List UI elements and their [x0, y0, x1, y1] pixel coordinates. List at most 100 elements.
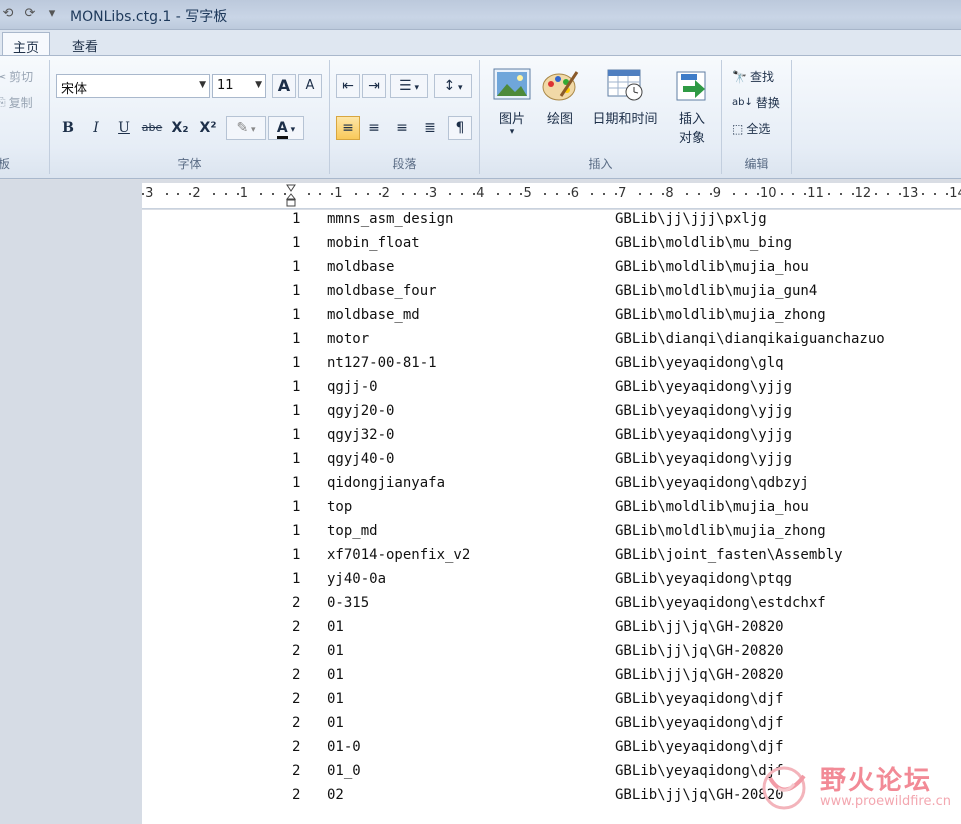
ruler-tick-mark [165, 193, 168, 195]
line-path: GBLib\yeyaqidong\yjjg [615, 427, 793, 443]
document-line: 1 mobin_float GBLib\moldlib\mu_bing [142, 235, 961, 259]
font-size-value: 11 [217, 78, 234, 93]
highlight-color-button[interactable]: ✎ ▾ [226, 116, 266, 140]
line-name: qgjj-0 [327, 379, 378, 395]
paint-drawing-button[interactable]: 绘图 [538, 68, 582, 127]
find-button[interactable]: 🔭 查找 [732, 68, 774, 85]
line-count: 2 [292, 619, 301, 635]
ruler[interactable]: 3211234567891011121314 [142, 183, 961, 209]
line-count: 1 [292, 379, 301, 395]
ruler-tick-mark [496, 193, 499, 195]
watermark-text: 野火论坛 [820, 766, 933, 796]
cut-button[interactable]: ✂ 剪切 [0, 68, 33, 85]
tab-view[interactable]: 查看 [62, 32, 108, 56]
select-all-label: 全选 [746, 122, 771, 136]
line-name: nt127-00-81-1 [327, 355, 437, 371]
ruler-tick-mark [591, 193, 594, 195]
ruler-tick-mark [425, 193, 428, 195]
insert-datetime-button[interactable]: 日期和时间 [584, 68, 666, 127]
line-count: 2 [292, 763, 301, 779]
document-area[interactable]: 1 mmns_asm_design GBLib\jj\jjj\pxljg 1 mobin… [142, 210, 961, 824]
bold-button[interactable]: B [56, 116, 80, 140]
line-count: 1 [292, 331, 301, 347]
select-all-icon: ⬚ [732, 121, 744, 136]
redo-icon[interactable]: ⟳ [22, 6, 38, 21]
line-name: 0-315 [327, 595, 370, 611]
copy-button[interactable]: ⎘ 复制 [0, 94, 33, 111]
ruler-tick-mark [875, 193, 878, 195]
insert-picture-label: 图片 [498, 112, 525, 127]
indent-marker-icon[interactable] [286, 183, 296, 209]
ruler-tick-label: 11 [807, 186, 824, 201]
strikethrough-button[interactable]: abe [140, 116, 164, 140]
ruler-tick-mark [461, 193, 464, 195]
align-left-icon[interactable]: ≡ [336, 116, 360, 140]
superscript-button[interactable]: X² [196, 116, 220, 140]
line-count: 2 [292, 715, 301, 731]
left-margin-area [0, 180, 142, 824]
scissors-icon: ✂ [0, 69, 7, 84]
line-name: moldbase_four [327, 283, 437, 299]
decrease-indent-icon[interactable]: ⇤ [336, 74, 360, 98]
tab-home[interactable]: 主页 [2, 32, 51, 56]
subscript-button[interactable]: X₂ [168, 116, 192, 140]
watermark-url: www.proewildfire.cn [820, 794, 951, 809]
ruler-tick-mark [307, 193, 310, 195]
line-path: GBLib\yeyaqidong\yjjg [615, 451, 793, 467]
line-name: moldbase_md [327, 307, 420, 323]
find-label: 查找 [749, 70, 774, 84]
ruler-tick-mark [354, 193, 357, 195]
insert-picture-button[interactable]: 图片 ▾ [488, 68, 536, 137]
line-spacing-icon[interactable]: ↕ ▾ [434, 74, 472, 98]
line-name: 01 [327, 667, 344, 683]
text-color-button[interactable]: A ▾ [268, 116, 304, 140]
line-count: 1 [292, 307, 301, 323]
title-bar: ⟲ ⟳ ▾ MONLibs.ctg.1 - 写字板 [0, 0, 961, 30]
line-name: qidongjianyafa [327, 475, 446, 491]
italic-button[interactable]: I [84, 116, 108, 140]
ruler-tick-mark [745, 193, 748, 195]
line-name: mmns_asm_design [327, 211, 454, 227]
font-family-combo[interactable]: 宋体 ▼ [56, 74, 210, 98]
ruler-tick-mark [780, 193, 783, 195]
font-size-combo[interactable]: 11 ▼ [212, 74, 266, 98]
ribbon-tabs: 主页 查看 [0, 30, 961, 56]
paragraph-settings-icon[interactable]: ¶ [448, 116, 472, 140]
increase-indent-icon[interactable]: ⇥ [362, 74, 386, 98]
align-center-icon[interactable]: ≡ [362, 116, 386, 140]
select-all-button[interactable]: ⬚ 全选 [732, 120, 770, 137]
bullet-list-icon[interactable]: ☰ ▾ [390, 74, 428, 98]
ruler-tick-mark [413, 193, 416, 195]
justify-icon[interactable]: ≣ [418, 116, 442, 140]
undo-icon[interactable]: ⟲ [0, 6, 16, 21]
calendar-clock-icon [606, 68, 644, 102]
align-right-icon[interactable]: ≡ [390, 116, 414, 140]
ribbon: ✂ 剪切 ⎘ 复制 板 宋体 ▼ 11 ▼ A A B I U abe X₂ X… [0, 55, 961, 179]
shrink-font-button[interactable]: A [298, 74, 322, 98]
copy-icon: ⎘ [0, 95, 6, 109]
ruler-tick-label: 12 [854, 186, 872, 201]
insert-object-button[interactable]: 插入 对象 [668, 68, 716, 146]
ruler-tick-mark [898, 193, 901, 195]
ruler-tick-mark [839, 193, 842, 195]
replace-label: 替换 [755, 96, 780, 110]
picture-icon [493, 68, 531, 102]
line-path: GBLib\yeyaqidong\djf [615, 691, 784, 707]
document-line: 1 qidongjianyafa GBLib\yeyaqidong\qdbzyj [142, 475, 961, 499]
editing-group-label: 编辑 [744, 157, 769, 171]
line-count: 1 [292, 499, 301, 515]
line-path: GBLib\yeyaqidong\ptqg [615, 571, 793, 587]
grow-font-button[interactable]: A [272, 74, 296, 98]
ruler-tick-mark [615, 193, 617, 195]
customize-qat-icon[interactable]: ▾ [44, 6, 60, 21]
line-path: GBLib\yeyaqidong\qdbzyj [615, 475, 809, 491]
replace-button[interactable]: ab↓ 替换 [732, 94, 780, 111]
line-name: xf7014-openfix_v2 [327, 547, 471, 563]
ruler-tick-mark [946, 193, 949, 195]
line-name: 01-0 [327, 739, 361, 755]
chevron-down-icon: ▼ [199, 80, 206, 90]
underline-button[interactable]: U [112, 116, 136, 140]
line-path: GBLib\yeyaqidong\yjjg [615, 403, 793, 419]
line-path: GBLib\moldlib\mujia_hou [615, 499, 809, 515]
document-line: 1 mmns_asm_design GBLib\jj\jjj\pxljg [142, 211, 961, 235]
